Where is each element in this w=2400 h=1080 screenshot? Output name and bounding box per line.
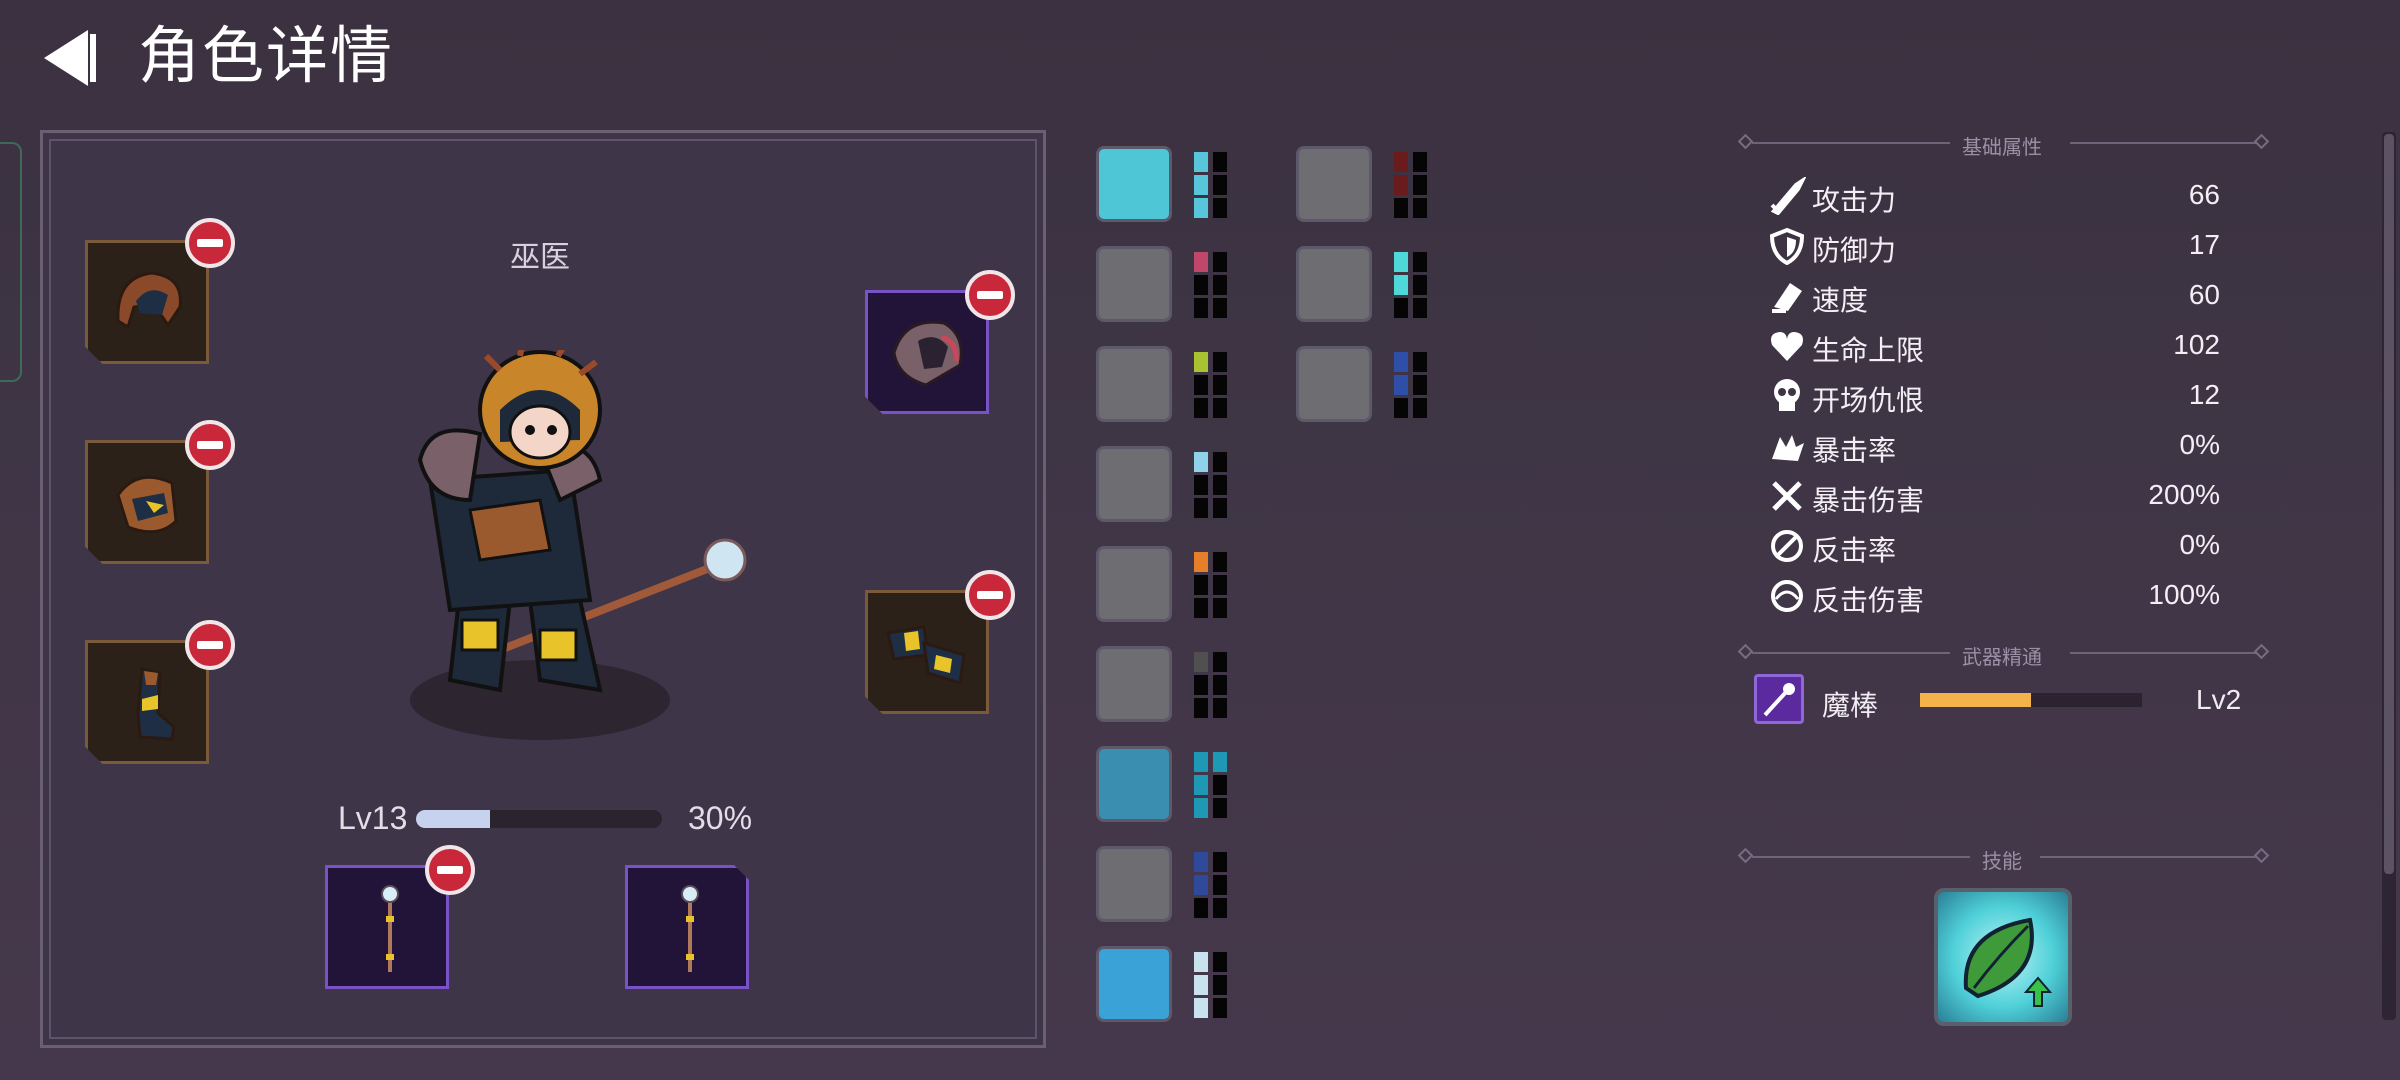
character-portrait bbox=[410, 350, 747, 740]
stat-row: 开场仇恨 12 bbox=[1768, 371, 2220, 421]
staff-weapon-icon bbox=[381, 885, 399, 972]
stat-row: 暴击率 0% bbox=[1768, 421, 2220, 471]
skill-level-pips bbox=[1194, 452, 1228, 518]
weapon-mastery-bar bbox=[1920, 693, 2142, 707]
stat-value: 17 bbox=[2188, 229, 2220, 260]
skills-section-header: 技能 bbox=[1737, 847, 2270, 873]
remove-shoulder-button[interactable] bbox=[965, 270, 1015, 320]
crossed-swords-icon bbox=[1772, 481, 1802, 511]
stat-row: 暴击伤害 200% bbox=[1768, 471, 2220, 521]
ghost-shape-icon[interactable] bbox=[1296, 246, 1372, 322]
weapon-mastery-level: Lv2 bbox=[2196, 684, 2242, 715]
sword-icon bbox=[1770, 177, 1806, 215]
stat-row: 速度 60 bbox=[1768, 271, 2220, 321]
magic-hand-icon[interactable] bbox=[1096, 546, 1172, 622]
wand-icon bbox=[1754, 674, 1804, 724]
tree-spirit-icon[interactable] bbox=[1296, 346, 1372, 422]
weapon-mastery-title: 武器精通 bbox=[1962, 645, 2042, 669]
stat-row: 攻击力 66 bbox=[1768, 171, 2220, 221]
shield-icon bbox=[1769, 227, 1805, 265]
stat-label: 反击伤害 bbox=[1812, 584, 1925, 617]
monster-face-icon[interactable] bbox=[1296, 146, 1372, 222]
stats-section-title: 基础属性 bbox=[1962, 135, 2042, 159]
lightning-orb-icon[interactable] bbox=[1096, 646, 1172, 722]
scrollbar-thumb[interactable] bbox=[2384, 134, 2394, 874]
page-title: 角色详情 bbox=[138, 19, 395, 92]
counter-icon bbox=[1771, 530, 1803, 562]
spiral-icon bbox=[1771, 580, 1803, 612]
stat-label: 暴击率 bbox=[1812, 434, 1897, 467]
skill-level-pips bbox=[1194, 752, 1228, 818]
remove-gloves-button[interactable] bbox=[965, 570, 1015, 620]
stat-label: 反击率 bbox=[1812, 534, 1897, 567]
shoulder-armor-icon bbox=[892, 320, 963, 387]
crit-burst-icon bbox=[1772, 435, 1804, 461]
helmet-icon[interactable] bbox=[1096, 346, 1172, 422]
skill-level-pips bbox=[1194, 352, 1228, 418]
heart-icon bbox=[1771, 332, 1803, 361]
skill-level-pips bbox=[1194, 152, 1228, 218]
stat-label: 开场仇恨 bbox=[1812, 384, 1925, 417]
remove-boots-button[interactable] bbox=[185, 620, 235, 670]
stat-label: 暴击伤害 bbox=[1812, 484, 1925, 517]
staff-weapon-icon bbox=[681, 885, 699, 972]
warrior-leap-icon[interactable] bbox=[1096, 146, 1172, 222]
armored-bird-icon[interactable] bbox=[1096, 746, 1172, 822]
stat-label: 生命上限 bbox=[1812, 334, 1925, 367]
gloves-icon bbox=[886, 625, 966, 685]
stat-value: 100% bbox=[2148, 579, 2220, 610]
skill-level-pips bbox=[1194, 852, 1228, 918]
golden-wings-icon[interactable] bbox=[1096, 946, 1172, 1022]
skill-level-pips bbox=[1194, 252, 1228, 318]
skill-level-pips bbox=[1394, 352, 1428, 418]
stat-value: 66 bbox=[2188, 179, 2220, 210]
stat-row: 生命上限 102 bbox=[1768, 321, 2220, 371]
skill-level-pips bbox=[1394, 152, 1428, 218]
weapon-mastery-header: 武器精通 bbox=[1737, 643, 2270, 669]
back-arrow-icon[interactable] bbox=[40, 28, 100, 88]
stat-value: 60 bbox=[2188, 279, 2220, 310]
hooded-figures-icon[interactable] bbox=[1096, 846, 1172, 922]
stat-value: 12 bbox=[2188, 379, 2220, 410]
stat-row: 反击伤害 100% bbox=[1768, 571, 2220, 621]
helmet-gear-icon bbox=[116, 271, 182, 330]
boot-icon bbox=[1772, 283, 1802, 313]
stat-label: 速度 bbox=[1812, 284, 1869, 317]
boots-icon bbox=[136, 667, 176, 741]
level-percent: 30% bbox=[688, 800, 753, 836]
skill-level-pips bbox=[1194, 552, 1228, 618]
skill-level-pips bbox=[1194, 952, 1228, 1018]
stat-value: 102 bbox=[2173, 329, 2220, 360]
level-progress-bar bbox=[416, 810, 662, 828]
stat-value: 0% bbox=[2179, 529, 2220, 560]
stat-row: 反击率 0% bbox=[1768, 521, 2220, 571]
character-name: 巫医 bbox=[510, 240, 570, 275]
remove-helmet-button[interactable] bbox=[185, 218, 235, 268]
stat-label: 防御力 bbox=[1812, 234, 1897, 267]
stat-value: 0% bbox=[2179, 429, 2220, 460]
stat-value: 200% bbox=[2148, 479, 2220, 510]
remove-chest-button[interactable] bbox=[185, 420, 235, 470]
leaf-skill-icon[interactable] bbox=[1934, 888, 2072, 1026]
side-tab[interactable] bbox=[0, 142, 22, 382]
stat-label: 攻击力 bbox=[1812, 184, 1897, 217]
goblin-icon[interactable] bbox=[1096, 446, 1172, 522]
chest-armor-icon bbox=[116, 475, 178, 534]
level-label: Lv13 bbox=[338, 800, 408, 836]
stat-row: 防御力 17 bbox=[1768, 221, 2220, 271]
skill-level-pips bbox=[1194, 652, 1228, 718]
stats-section-header: 基础属性 bbox=[1737, 133, 2270, 159]
claw-slash-icon[interactable] bbox=[1096, 246, 1172, 322]
skill-level-pips bbox=[1394, 252, 1428, 318]
weapon-name: 魔棒 bbox=[1822, 689, 1879, 722]
weapon-slot-2[interactable] bbox=[625, 865, 749, 989]
skull-icon bbox=[1774, 379, 1800, 411]
skills-section-title: 技能 bbox=[1982, 849, 2022, 873]
remove-weapon-button[interactable] bbox=[425, 845, 475, 895]
